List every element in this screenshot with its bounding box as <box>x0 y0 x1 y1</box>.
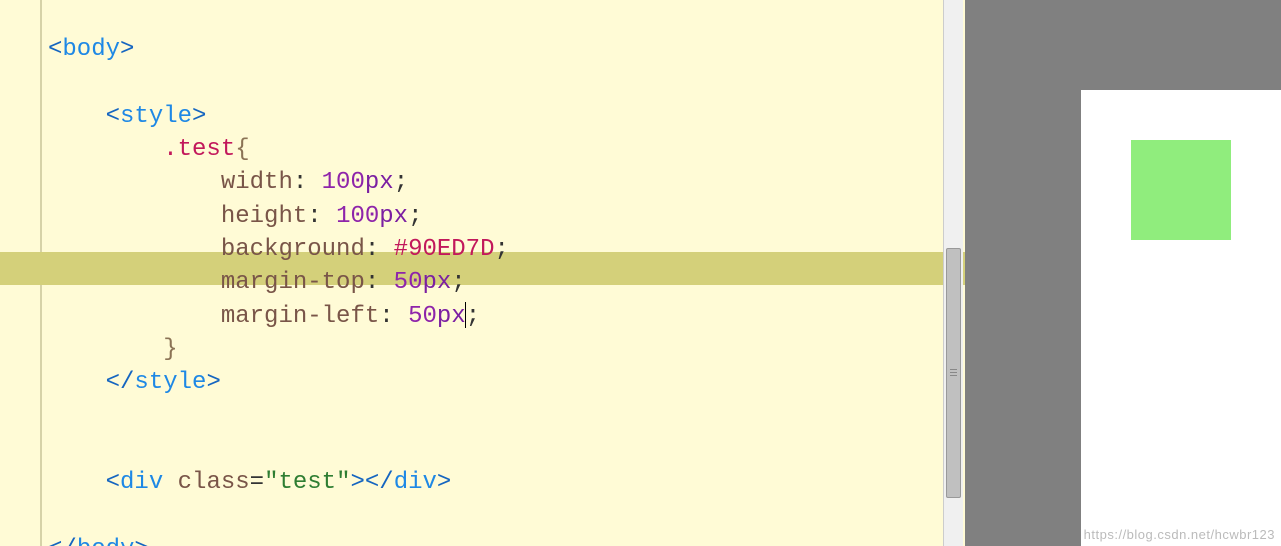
code-area[interactable]: <body> <style> .test{ width: 100px; heig… <box>0 0 965 546</box>
style-close-tag: style <box>134 369 206 396</box>
code-content[interactable]: <body> <style> .test{ width: 100px; heig… <box>48 33 965 546</box>
css-selector-test: .test <box>163 136 235 163</box>
css-prop-width: width <box>221 169 293 196</box>
test-div-preview <box>1131 140 1231 240</box>
code-editor-pane: <body> <style> .test{ width: 100px; heig… <box>0 0 965 546</box>
body-close-tag: body <box>77 536 135 546</box>
body-open-tag: body <box>62 36 120 63</box>
css-prop-height: height <box>221 203 307 230</box>
css-prop-background: background <box>221 236 365 263</box>
css-prop-margin-left: margin-left <box>221 303 379 330</box>
watermark-text: https://blog.csdn.net/hcwbr123 <box>1084 527 1275 542</box>
div-open-tag: div <box>120 469 163 496</box>
preview-pane: https://blog.csdn.net/hcwbr123 <box>965 0 1281 546</box>
css-prop-margin-top: margin-top <box>221 269 365 296</box>
style-open-tag: style <box>120 103 192 130</box>
preview-page <box>1081 90 1281 546</box>
